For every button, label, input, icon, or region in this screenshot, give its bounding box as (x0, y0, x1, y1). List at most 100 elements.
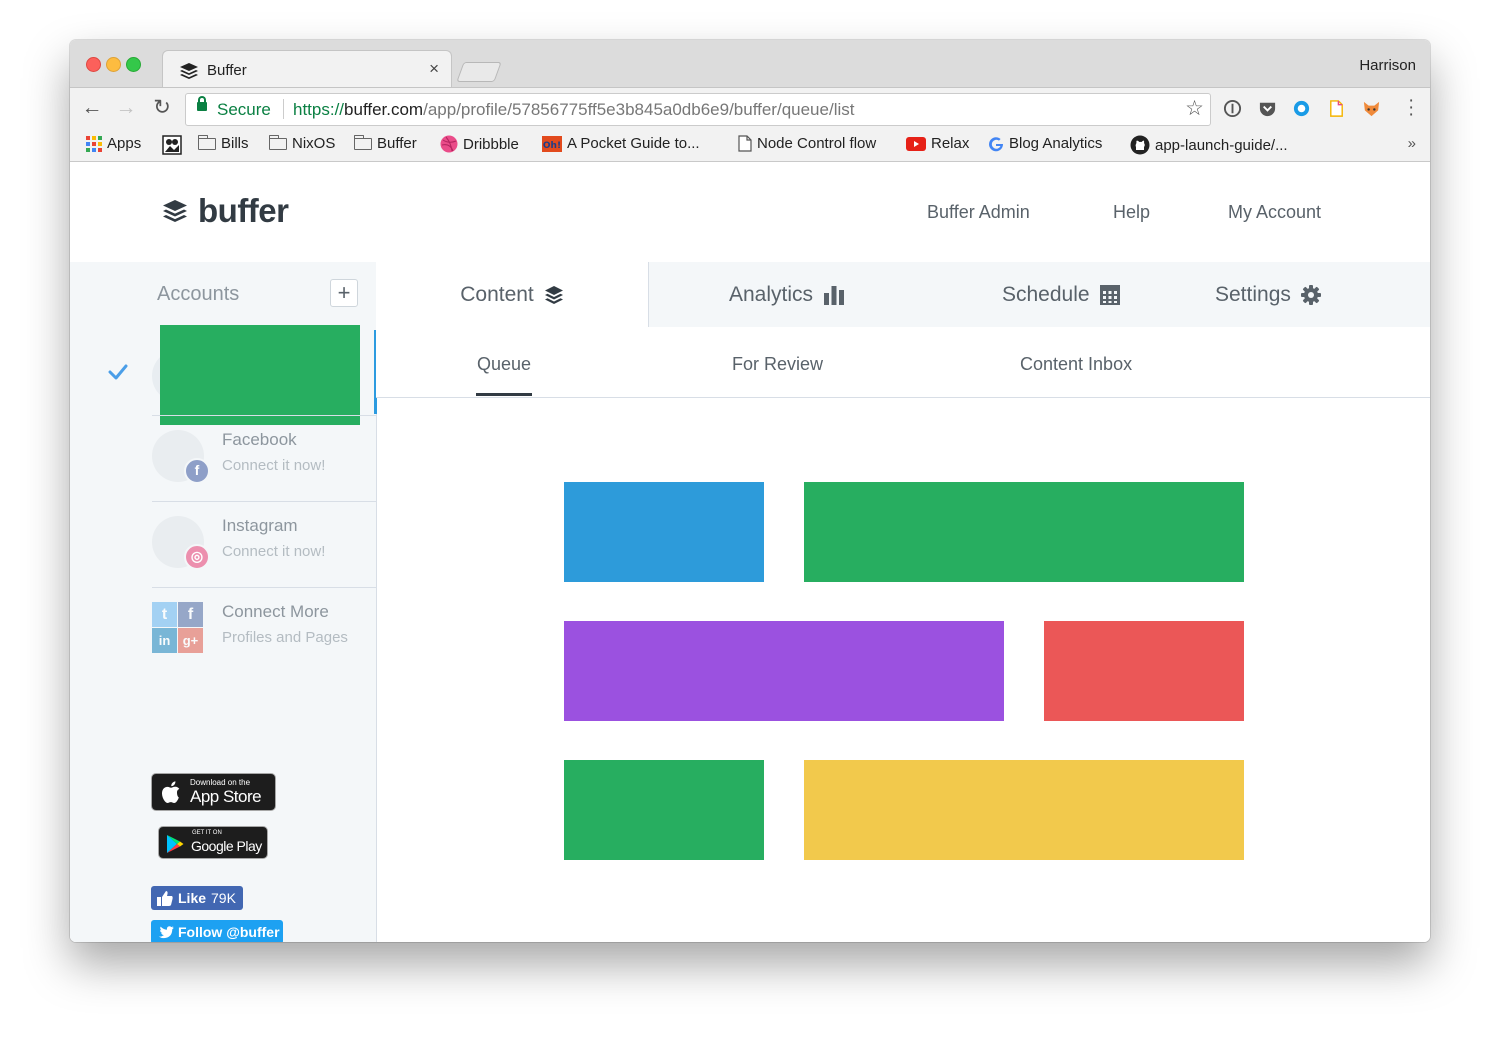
buffer-logo[interactable]: buffer (162, 192, 289, 230)
back-arrow-icon[interactable]: ← (80, 96, 104, 120)
calendar-icon (1099, 284, 1120, 305)
svg-text:Oh!: Oh! (543, 141, 561, 151)
forward-arrow-icon[interactable]: → (114, 96, 138, 120)
layers-icon (544, 286, 563, 304)
bookmark-bills[interactable]: Bills (197, 134, 249, 152)
bookmark-label: NixOS (292, 135, 336, 152)
zoom-window-button[interactable] (126, 57, 141, 72)
checkmark-icon (108, 364, 128, 380)
pocket-icon[interactable] (1258, 99, 1277, 118)
gear-icon (1300, 284, 1321, 305)
connect-more[interactable]: t f in g+ Connect More Profiles and Page… (152, 587, 376, 674)
app-store-button[interactable]: Download on the App Store (151, 773, 276, 811)
tab-analytics[interactable]: Analytics (729, 262, 845, 327)
add-account-button[interactable]: + (330, 279, 358, 307)
account-connect-link[interactable]: Connect it now! (222, 457, 325, 474)
account-facebook[interactable]: f Facebook Connect it now! (152, 415, 376, 502)
bookmark-label: Bills (221, 135, 249, 152)
selected-account[interactable] (70, 325, 377, 425)
browser-tab-buffer[interactable]: Buffer × (162, 50, 452, 89)
page-extension-icon[interactable] (1327, 99, 1346, 118)
facebook-icon: f (184, 458, 210, 484)
tab-content[interactable]: Content (376, 262, 649, 328)
account-name: Instagram (222, 516, 298, 535)
queue-placeholder-purple (564, 621, 1004, 721)
bookmarks-overflow-button[interactable]: » (1408, 135, 1416, 152)
new-tab-button[interactable] (456, 62, 502, 82)
like-count: 79K (211, 890, 236, 906)
lock-icon (197, 96, 207, 111)
twitter-icon: t (152, 602, 177, 627)
profile-name[interactable]: Harrison (1359, 57, 1416, 74)
url-scheme: https:// (293, 100, 345, 119)
tab-close-icon[interactable]: × (429, 59, 439, 79)
accounts-sidebar: Accounts + f Facebook Connect it now! ◎ … (70, 262, 377, 942)
reload-icon[interactable]: ↻ (150, 96, 174, 120)
thumbs-up-icon (157, 890, 173, 906)
chrome-menu-icon[interactable]: · · · (1408, 91, 1414, 124)
bookmark-app-launch-guide[interactable]: app-launch-guide/... (1130, 135, 1288, 155)
folder-icon (353, 134, 372, 150)
circle-extension-icon[interactable] (1292, 99, 1311, 118)
nav-help[interactable]: Help (1113, 202, 1150, 223)
connect-more-title: Connect More (222, 602, 329, 621)
bookmarks-bar: Apps Bills NixOS Buffer Dribbble Oh! A P… (70, 129, 1430, 162)
page-icon (738, 135, 752, 152)
nav-buffer-admin[interactable]: Buffer Admin (927, 202, 1030, 223)
github-icon (1130, 135, 1150, 155)
fox-extension-icon[interactable] (1362, 99, 1381, 118)
buffer-stack-icon (163, 200, 187, 222)
queue-placeholder-red (1044, 621, 1244, 721)
bookmark-relax[interactable]: Relax (906, 135, 969, 152)
bookmark-pocket-guide[interactable]: Oh! A Pocket Guide to... (542, 135, 700, 152)
minimize-window-button[interactable] (106, 57, 121, 72)
bookmark-label: Relax (931, 135, 970, 152)
google-plus-icon: g+ (178, 628, 203, 653)
bookmark-node-control-flow[interactable]: Node Control flow (738, 135, 876, 152)
bookmark-blog-analytics[interactable]: Blog Analytics (988, 135, 1102, 152)
account-connect-link[interactable]: Connect it now! (222, 543, 325, 560)
nav-my-account[interactable]: My Account (1228, 202, 1321, 223)
facebook-like-button[interactable]: Like 79K (151, 886, 243, 910)
content-subtabs: Queue For Review Content Inbox (376, 327, 1430, 398)
bookmark-nixos[interactable]: NixOS (268, 134, 336, 152)
queue-placeholder-yellow (804, 760, 1244, 860)
address-bar[interactable]: Secure https://buffer.com/app/profile/57… (185, 93, 1211, 126)
facebook-icon: f (178, 602, 203, 627)
tab-settings[interactable]: Settings (1215, 262, 1321, 327)
google-play-small: GET IT ON (192, 830, 222, 836)
bookmark-label: Node Control flow (757, 135, 877, 152)
bookmark-label: Blog Analytics (1009, 135, 1103, 152)
url-text[interactable]: https://buffer.com/app/profile/57856775f… (293, 100, 854, 120)
account-name: Facebook (222, 430, 297, 449)
connect-more-sub: Profiles and Pages (222, 629, 348, 646)
tab-title: Buffer (207, 62, 247, 79)
google-play-button[interactable]: GET IT ON Google Play (158, 826, 268, 859)
bookmark-photo[interactable] (162, 135, 187, 155)
url-divider (283, 99, 284, 119)
google-play-icon (167, 835, 184, 853)
social-networks-icon: t f in g+ (152, 602, 204, 654)
account-instagram[interactable]: ◎ Instagram Connect it now! (152, 501, 376, 588)
secure-label: Secure (217, 100, 271, 119)
bookmark-label: A Pocket Guide to... (567, 135, 700, 152)
bookmark-buffer[interactable]: Buffer (353, 134, 417, 152)
twitter-follow-button[interactable]: Follow @buffer (151, 920, 283, 942)
redacted-profile (160, 325, 360, 425)
subtab-for-review[interactable]: For Review (732, 354, 823, 375)
close-window-button[interactable] (86, 57, 101, 72)
bookmark-dribbble[interactable]: Dribbble (440, 135, 519, 153)
onepassword-icon[interactable] (1223, 99, 1242, 118)
buffer-favicon-icon (180, 63, 198, 79)
browser-window: Buffer × Harrison ← → ↻ Secure https://b… (70, 40, 1430, 942)
bookmark-apps[interactable]: Apps (86, 135, 141, 152)
linkedin-icon: in (152, 628, 177, 653)
bar-chart-icon (824, 285, 845, 305)
subtab-queue[interactable]: Queue (477, 354, 531, 375)
bookmark-star-icon[interactable]: ☆ (1185, 96, 1204, 121)
tab-schedule[interactable]: Schedule (1002, 262, 1120, 327)
subtab-content-inbox[interactable]: Content Inbox (1020, 354, 1132, 375)
bookmark-label: app-launch-guide/... (1155, 136, 1288, 154)
bookmark-label: Apps (107, 135, 142, 152)
tab-label: Settings (1215, 282, 1291, 306)
